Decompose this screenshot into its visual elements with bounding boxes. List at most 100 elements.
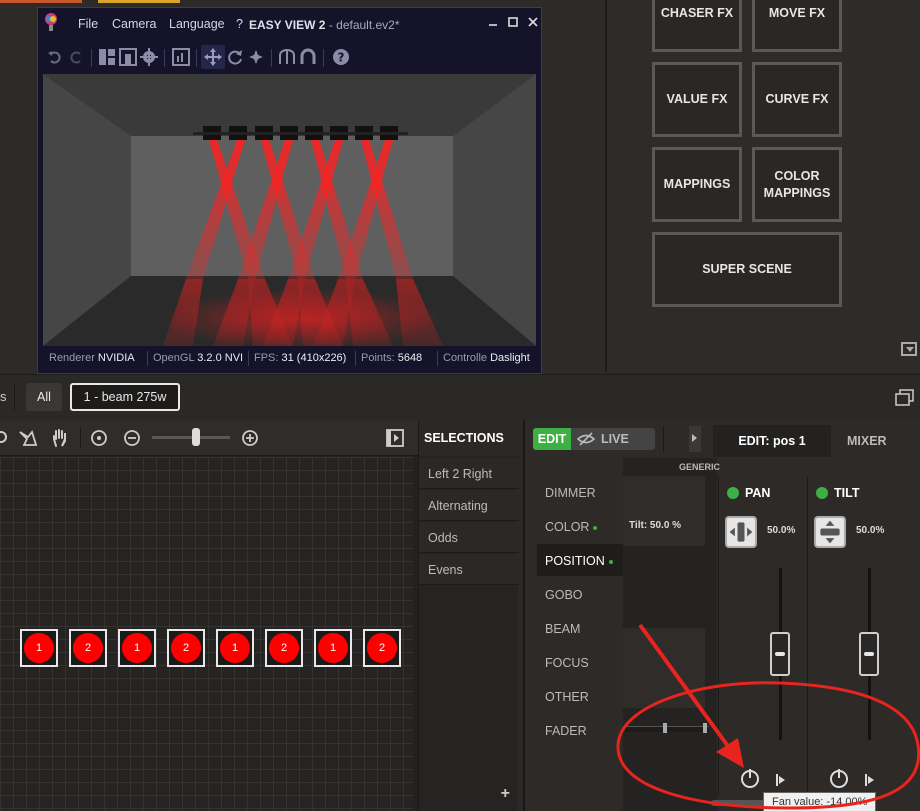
position-readout-block [623,476,705,546]
magnet-icon[interactable] [299,48,317,66]
group-all-button[interactable]: All [26,383,62,411]
fixture-cell[interactable]: 2 [265,629,303,667]
category-other[interactable]: OTHER [537,680,623,712]
color-mappings-button[interactable]: COLOR MAPPINGS [752,147,842,222]
category-fader[interactable]: FADER [537,714,623,746]
tilt-readout: Tilt: 50.0 % [629,520,682,531]
pan-arrows-icon[interactable] [725,516,757,548]
chaser-fx-button[interactable]: CHASER FX [652,0,742,52]
tab-mixer[interactable]: MIXER [847,434,887,448]
window-title-file: - default.ev2* [325,18,400,32]
zoom-in-icon[interactable] [241,429,259,447]
light-sparkle-icon[interactable] [247,48,265,66]
stage-icon[interactable] [119,48,137,66]
edit-live-toggle[interactable]: EDIT LIVE [533,428,655,450]
selection-evens[interactable]: Evens [419,554,519,585]
menu-language[interactable]: Language [169,17,225,31]
tilt-enabled-indicator[interactable] [816,487,828,499]
fixture-grid[interactable]: 1 2 1 2 1 2 1 2 [0,457,413,811]
easy-view-logo-icon [45,13,57,31]
tab-edit-scene[interactable]: EDIT: pos 1 [713,425,831,457]
group-beam-button[interactable]: 1 - beam 275w [70,383,180,411]
curve-fx-button[interactable]: CURVE FX [752,62,842,137]
category-beam[interactable]: BEAM [537,612,623,644]
3d-stage-viewport[interactable] [43,74,536,346]
status-controller: Controlle Daslight [443,352,530,364]
edit-mode-button[interactable]: EDIT [533,428,571,450]
top-color-strip [0,0,180,3]
tilt-fader-knob[interactable] [859,632,879,676]
lasso-icon[interactable] [0,430,8,446]
zoom-fit-icon[interactable] [90,429,108,447]
horizontal-slider[interactable] [625,723,709,733]
truss-icon[interactable] [278,48,296,66]
close-icon[interactable] [526,15,540,29]
tilt-label: TILT [834,486,860,500]
pan-fan-knob-icon[interactable] [741,769,759,788]
hand-pan-icon[interactable] [50,428,70,448]
easy-view-toolbar: ? [38,42,541,72]
tilt-arrows-icon[interactable] [814,516,846,548]
move-arrows-icon[interactable] [204,48,222,66]
fixture-group-bar: s All 1 - beam 275w [0,374,920,420]
settings-gear-icon[interactable] [140,48,158,66]
menu-help[interactable]: ? [236,17,243,31]
add-selection-button[interactable]: + [501,785,510,803]
status-fps: FPS: 31 (410x226) [254,352,347,364]
selection-alternating[interactable]: Alternating [419,490,519,521]
maximize-icon[interactable] [506,15,520,29]
undo-icon[interactable] [46,48,64,66]
collapse-panel-icon[interactable] [901,342,917,356]
help-icon[interactable]: ? [332,48,350,66]
status-opengl: OpenGL 3.2.0 NVI [153,352,244,364]
pan-enabled-indicator[interactable] [727,487,739,499]
minimize-icon[interactable] [486,15,500,29]
toggle-panel-icon[interactable] [386,429,404,447]
expand-arrow-button[interactable] [689,426,701,452]
generic-section-label: GENERIC [679,462,721,472]
menu-camera[interactable]: Camera [112,17,156,31]
fixture-cell[interactable]: 2 [69,629,107,667]
window-title-app: EASY VIEW 2 [249,18,326,32]
move-fx-button[interactable]: MOVE FX [752,0,842,52]
zoom-slider-handle[interactable] [192,428,200,446]
window-restore-icon[interactable] [895,389,915,407]
easy-view-window: File Camera Language ? EASY VIEW 2 - def… [37,7,542,374]
fixture-cell[interactable]: 1 [314,629,352,667]
category-position[interactable]: POSITION [537,544,623,576]
pan-fader-knob[interactable] [770,632,790,676]
rotate-icon[interactable] [226,48,244,66]
menu-file[interactable]: File [78,17,98,31]
category-gobo[interactable]: GOBO [537,578,623,610]
zoom-out-icon[interactable] [123,429,141,447]
svg-text:?: ? [338,51,345,65]
pan-label: PAN [745,486,771,500]
value-fx-button[interactable]: VALUE FX [652,62,742,137]
category-dimmer[interactable]: DIMMER [537,476,623,508]
eye-hidden-icon[interactable] [577,432,595,446]
super-scene-button[interactable]: SUPER SCENE [652,232,842,307]
fixture-cell[interactable]: 1 [216,629,254,667]
redo-icon[interactable] [67,48,85,66]
layout-icon[interactable] [98,48,116,66]
selection-odds[interactable]: Odds [419,522,519,553]
fixture-cell[interactable]: 1 [20,629,58,667]
fixture-cell[interactable]: 2 [363,629,401,667]
horizontal-scrollbar[interactable] [711,800,771,806]
window-title: EASY VIEW 2 - default.ev2* [249,18,400,32]
chart-icon[interactable] [172,48,190,66]
pan-step-icon[interactable] [776,773,786,787]
easy-view-status-bar: Renderer NVIDIA OpenGL 3.2.0 NVI FPS: 31… [43,348,536,370]
mappings-button[interactable]: MAPPINGS [652,147,742,222]
live-mode-button[interactable]: LIVE [601,432,629,446]
zoom-slider-track[interactable] [152,436,230,439]
category-focus[interactable]: FOCUS [537,646,623,678]
fixture-cell[interactable]: 2 [167,629,205,667]
easy-view-menubar: File Camera Language ? EASY VIEW 2 - def… [38,8,541,38]
tilt-fan-knob-icon[interactable] [830,769,848,788]
selection-left-2-right[interactable]: Left 2 Right [419,458,519,489]
category-color[interactable]: COLOR [537,510,623,542]
fixture-cell[interactable]: 1 [118,629,156,667]
mask-tool-icon[interactable] [18,429,38,447]
tilt-step-icon[interactable] [865,773,875,787]
